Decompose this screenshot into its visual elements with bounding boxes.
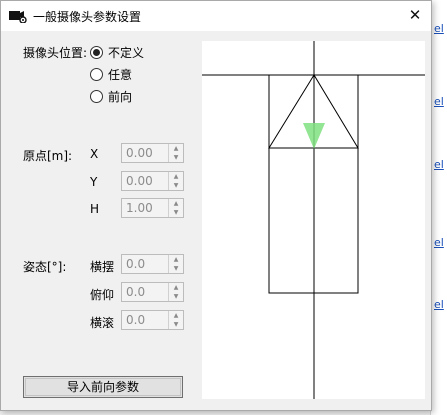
background-link[interactable]: el [434, 236, 444, 249]
radio-forward[interactable] [90, 90, 103, 103]
background-link[interactable]: el [434, 95, 444, 108]
spin-arrows[interactable]: ▲ ▼ [168, 144, 183, 162]
spin-arrows[interactable]: ▲ ▼ [168, 311, 183, 329]
spin-down-icon[interactable]: ▼ [169, 264, 183, 273]
pitch-spinbox[interactable]: 0.0 ▲ ▼ [121, 282, 184, 302]
spin-up-icon[interactable]: ▲ [169, 199, 183, 208]
camera-preview-canvas [202, 41, 425, 399]
origin-y-spinbox[interactable]: 0.00 ▲ ▼ [121, 171, 184, 191]
origin-y-label: Y [90, 175, 98, 189]
pitch-label: 俯仰 [90, 288, 115, 302]
screen: el el el el el 一般摄像头参数设置 ✕ 摄像头位置: 不定义 任意… [0, 0, 447, 415]
origin-x-value[interactable]: 0.00 [126, 146, 153, 160]
yaw-spinbox[interactable]: 0.0 ▲ ▼ [121, 254, 184, 274]
origin-h-label: H [90, 202, 100, 216]
spin-arrows[interactable]: ▲ ▼ [168, 199, 183, 217]
origin-y-value[interactable]: 0.00 [126, 174, 153, 188]
roll-label: 横滚 [90, 316, 115, 330]
spin-up-icon[interactable]: ▲ [169, 283, 183, 292]
origin-label: 原点[m]: [23, 149, 73, 163]
origin-x-label: X [90, 147, 99, 161]
roll-value[interactable]: 0.0 [126, 313, 145, 327]
background-link[interactable]: el [434, 298, 444, 311]
import-forward-params-button[interactable]: 导入前向参数 [23, 376, 183, 398]
radio-undefined-label[interactable]: 不定义 [108, 44, 144, 61]
spin-down-icon[interactable]: ▼ [169, 181, 183, 190]
camera-settings-dialog: 一般摄像头参数设置 ✕ 摄像头位置: 不定义 任意 前向 原点[m]: X 0.… [0, 0, 432, 411]
position-label: 摄像头位置: [23, 46, 88, 60]
origin-h-value[interactable]: 1.00 [126, 201, 153, 215]
title-bar[interactable]: 一般摄像头参数设置 ✕ [1, 1, 431, 31]
spin-down-icon[interactable]: ▼ [169, 153, 183, 162]
roll-spinbox[interactable]: 0.0 ▲ ▼ [121, 310, 184, 330]
radio-forward-label[interactable]: 前向 [108, 88, 132, 105]
camera-diagram [202, 41, 425, 399]
origin-h-spinbox[interactable]: 1.00 ▲ ▼ [121, 198, 184, 218]
spin-down-icon[interactable]: ▼ [169, 320, 183, 329]
yaw-value[interactable]: 0.0 [126, 257, 145, 271]
radio-arbitrary-label[interactable]: 任意 [108, 66, 132, 83]
spin-up-icon[interactable]: ▲ [169, 311, 183, 320]
spin-down-icon[interactable]: ▼ [169, 208, 183, 217]
origin-x-spinbox[interactable]: 0.00 ▲ ▼ [121, 143, 184, 163]
background-link[interactable]: el [434, 158, 444, 171]
yaw-label: 横摆 [90, 260, 115, 274]
camera-marker-icon [303, 123, 325, 149]
spin-up-icon[interactable]: ▲ [169, 255, 183, 264]
attitude-label: 姿态[°]: [23, 260, 67, 274]
spin-arrows[interactable]: ▲ ▼ [168, 172, 183, 190]
spin-down-icon[interactable]: ▼ [169, 292, 183, 301]
spin-arrows[interactable]: ▲ ▼ [168, 255, 183, 273]
spin-arrows[interactable]: ▲ ▼ [168, 283, 183, 301]
window-title: 一般摄像头参数设置 [33, 10, 142, 24]
close-button[interactable]: ✕ [403, 4, 427, 26]
camera-settings-icon [9, 11, 27, 23]
background-window: el el el el el [430, 0, 447, 415]
radio-undefined[interactable] [90, 46, 103, 59]
spin-up-icon[interactable]: ▲ [169, 172, 183, 181]
spin-up-icon[interactable]: ▲ [169, 144, 183, 153]
pitch-value[interactable]: 0.0 [126, 285, 145, 299]
background-link[interactable]: el [434, 22, 444, 35]
radio-arbitrary[interactable] [90, 68, 103, 81]
